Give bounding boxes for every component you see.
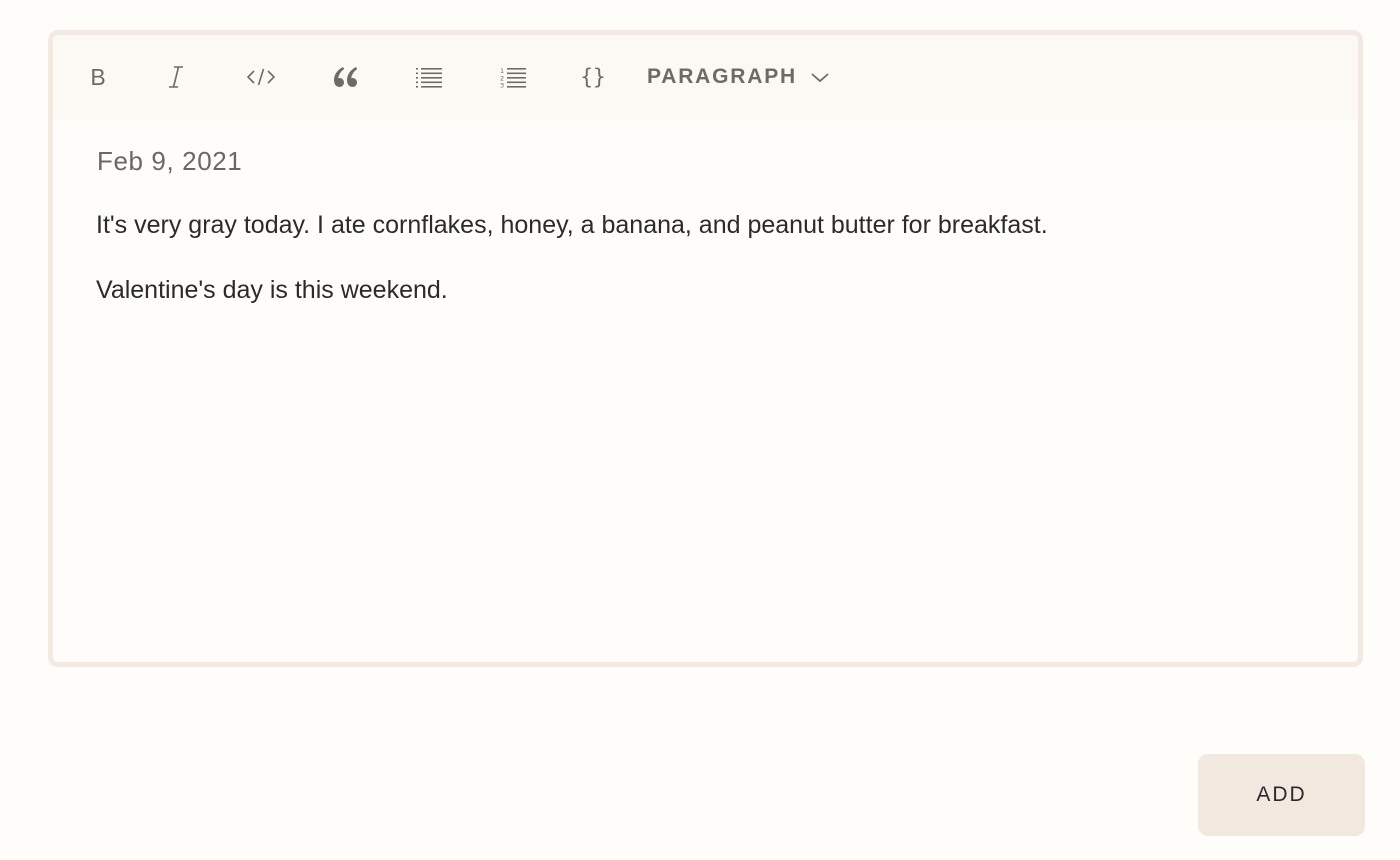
inline-code-button[interactable] xyxy=(241,55,281,99)
entry-date: Feb 9, 2021 xyxy=(97,146,243,176)
numbered-list-button[interactable]: 1 2 3 xyxy=(493,55,533,99)
formatting-toolbar: B 1 2 3 {} PARAGRAPH xyxy=(53,35,1358,120)
block-type-selected: PARAGRAPH xyxy=(647,65,797,88)
entry-paragraph: It's very gray today. I ate cornflakes, … xyxy=(96,211,1048,239)
entry-paragraph: Valentine's day is this weekend. xyxy=(96,276,448,304)
block-type-dropdown[interactable]: PARAGRAPH xyxy=(647,55,829,99)
quote-icon xyxy=(334,67,358,87)
bulleted-list-icon xyxy=(416,68,442,88)
rich-text-editor: B 1 2 3 {} PARAGRAPH Feb 9, 2021 It's ve… xyxy=(48,30,1363,667)
blockquote-button[interactable] xyxy=(325,55,365,99)
code-block-button[interactable]: {} xyxy=(573,55,613,99)
numbered-list-icon: 1 2 3 xyxy=(500,67,526,89)
bold-button[interactable]: B xyxy=(83,55,113,99)
editor-content[interactable]: Feb 9, 2021 It's very gray today. I ate … xyxy=(96,120,1318,662)
italic-icon xyxy=(169,66,183,88)
chevron-down-icon xyxy=(811,73,829,83)
bulleted-list-button[interactable] xyxy=(409,55,449,99)
svg-text:3: 3 xyxy=(500,82,504,89)
braces-icon: {} xyxy=(580,65,606,89)
italic-button[interactable] xyxy=(161,55,191,99)
add-button[interactable]: ADD xyxy=(1198,754,1365,836)
code-icon xyxy=(247,68,275,86)
bold-icon: B xyxy=(90,63,106,90)
